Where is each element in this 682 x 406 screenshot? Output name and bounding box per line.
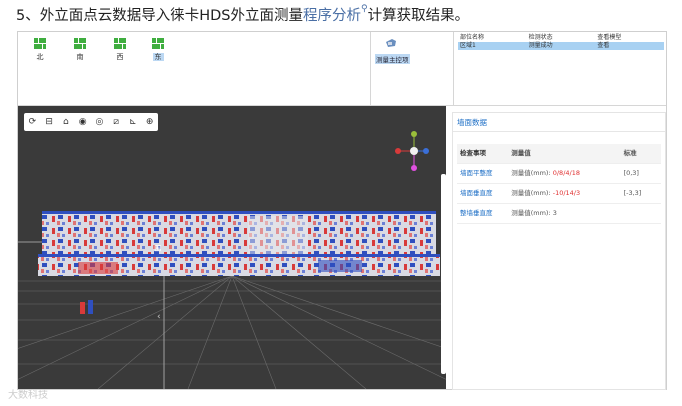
top-bar: 北 南 西 东 测量主控项 部位名称 检测状态 查看模型 区域1 测量成功 查看 (18, 32, 666, 106)
building-point-cloud (38, 211, 440, 276)
col-header-value: 测量值 (511, 149, 531, 157)
home-icon[interactable]: ⌂ (60, 117, 71, 128)
point-cloud-viewer[interactable]: ‹ ⊞ ⟳ ⊟ ⌂ ◉ ◎ ⧄ ⊾ ⊕ (18, 106, 446, 389)
direction-east[interactable]: 东 (146, 38, 170, 62)
standard-range: [-3,3] (623, 189, 642, 197)
table-row[interactable]: 整墙垂直度 测量值(mm): 3 (457, 204, 661, 224)
col-header: 检测状态 (528, 34, 553, 41)
wall-data-panel: 墙面数据 检查事项 测量值 标准 墙面平整度 测量值(mm): 0/8/4/18… (452, 112, 666, 390)
refresh-icon[interactable]: ⟳ (27, 117, 38, 128)
direction-label: 西 (116, 53, 124, 61)
measurement-table: 检查事项 测量值 标准 墙面平整度 测量值(mm): 0/8/4/18 [0,3… (457, 144, 661, 224)
target-icon[interactable]: ⊕ (144, 117, 155, 128)
app-window: 北 南 西 东 测量主控项 部位名称 检测状态 查看模型 区域1 测量成功 查看 (17, 31, 667, 390)
axis-gizmo[interactable] (395, 131, 429, 171)
value-numbers: 3 (552, 209, 557, 217)
viewer-toolbar: ⟳ ⊟ ⌂ ◉ ◎ ⧄ ⊾ ⊕ (24, 113, 158, 131)
value-prefix: 测量值(mm): (511, 169, 553, 177)
camera-icon (386, 39, 396, 47)
cell: 测量成功 (528, 42, 553, 49)
heading-text: 5、外立面点云数据导入徕卡HDS外立面测量 (16, 8, 303, 24)
table-row[interactable]: 墙面垂直度 测量值(mm): -10/14/3 [-3,3] (457, 184, 661, 204)
wall-icon (152, 38, 164, 49)
tab-wall-data[interactable]: 墙面数据 (457, 117, 487, 132)
direction-south[interactable]: 南 (68, 38, 92, 62)
table-row[interactable]: 区域1 测量成功 查看 (458, 42, 664, 50)
measured-value: 测量值(mm): 0/8/4/18 (511, 164, 623, 183)
page-heading: 5、外立面点云数据导入徕卡HDS外立面测量程序分析⚲计算获取结果。 (16, 4, 469, 25)
standard-range (624, 204, 661, 223)
measured-value: 测量值(mm): -10/14/3 (511, 184, 623, 203)
minimize-icon[interactable]: ⊟ (44, 117, 55, 128)
value-prefix: 测量值(mm): (511, 189, 553, 197)
col-header: 查看模型 (597, 34, 622, 41)
direction-label: 北 (36, 53, 44, 61)
value-numbers: 0/8/4/18 (552, 169, 580, 177)
table-row[interactable]: 墙面平整度 测量值(mm): 0/8/4/18 [0,3] (457, 164, 661, 184)
stage-item[interactable]: 测量主控项 (375, 54, 410, 64)
search-icon[interactable]: ⚲ (361, 4, 368, 14)
axis-icon[interactable]: ⊾ (127, 117, 138, 128)
wall-icon (74, 38, 86, 49)
tab-divider (453, 131, 665, 132)
watermark: 大数科技 (8, 390, 48, 401)
svg-text:⊞: ⊞ (154, 244, 162, 254)
direction-list: 北 南 西 东 (18, 32, 371, 105)
stage-panel: 测量主控项 (371, 32, 454, 105)
layers-icon[interactable]: ◎ (94, 117, 105, 128)
area-table-header: 部位名称 检测状态 查看模型 (458, 34, 664, 42)
standard-range: [0,3] (623, 169, 639, 177)
value-numbers: -10/14/3 (552, 189, 581, 197)
col-header-standard: 标准 (623, 149, 637, 157)
heading-link[interactable]: 程序分析 (303, 8, 361, 24)
col-header: 部位名称 (460, 34, 485, 41)
wall-icon (34, 38, 46, 49)
point-cloud-scene: ‹ ⊞ (18, 131, 446, 389)
eye-icon[interactable]: ◉ (77, 117, 88, 128)
svg-text:‹: ‹ (157, 312, 161, 322)
direction-north[interactable]: 北 (28, 38, 52, 62)
area-table: 部位名称 检测状态 查看模型 区域1 测量成功 查看 (458, 34, 664, 50)
measured-value: 测量值(mm): 3 (511, 204, 623, 223)
wall-icon (114, 38, 126, 49)
small-object (80, 300, 93, 314)
check-item[interactable]: 墙面平整度 (457, 164, 511, 183)
direction-west[interactable]: 西 (108, 38, 132, 62)
check-item[interactable]: 整墙垂直度 (457, 204, 511, 223)
ground-grid (18, 275, 446, 389)
table-header: 检查事项 测量值 标准 (457, 144, 661, 164)
check-item[interactable]: 墙面垂直度 (457, 184, 511, 203)
ruler-icon[interactable]: ⧄ (111, 117, 122, 128)
view-model-link[interactable]: 查看 (595, 42, 664, 50)
viewer-scrollbar[interactable] (441, 174, 446, 374)
value-prefix: 测量值(mm): (511, 209, 553, 217)
cell: 区域1 (460, 42, 476, 49)
col-header-item: 检查事项 (460, 149, 486, 157)
direction-label: 南 (76, 53, 84, 61)
direction-label: 东 (152, 53, 164, 61)
heading-text-end: 计算获取结果。 (367, 8, 470, 24)
